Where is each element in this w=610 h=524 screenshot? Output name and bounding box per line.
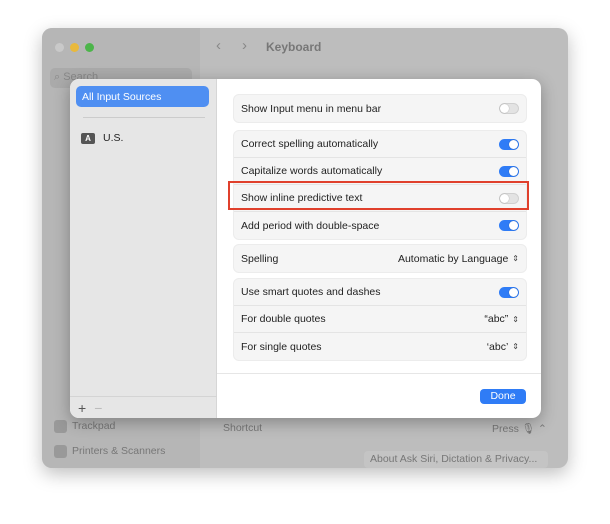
row-label: Correct spelling automatically bbox=[241, 138, 379, 150]
close-button[interactable] bbox=[55, 43, 64, 52]
period-double-space-toggle[interactable] bbox=[499, 220, 519, 231]
spelling-value: Automatic by Language bbox=[397, 252, 509, 265]
keyboard-layout-icon: A bbox=[81, 132, 95, 144]
row-label: For single quotes bbox=[241, 340, 322, 353]
trackpad-icon bbox=[54, 420, 67, 433]
source-label: U.S. bbox=[103, 132, 124, 144]
source-all-input-sources[interactable]: All Input Sources bbox=[76, 86, 209, 107]
chevron-updown-icon: ⇕ bbox=[512, 254, 519, 263]
sidebar-item-trackpad[interactable]: Trackpad bbox=[72, 420, 115, 432]
row-label: Add period with double-space bbox=[241, 219, 380, 232]
show-input-menu-toggle[interactable] bbox=[499, 103, 519, 114]
back-icon[interactable]: ‹ bbox=[216, 37, 221, 54]
shortcut-select[interactable]: Press 🎙 ⌃ bbox=[492, 422, 547, 435]
double-quotes-select[interactable]: “abc” ⇕ bbox=[484, 313, 519, 325]
zoom-button[interactable] bbox=[85, 43, 94, 52]
window-title: Keyboard bbox=[266, 40, 322, 54]
sidebar-item-printers[interactable]: Printers & Scanners bbox=[72, 445, 165, 457]
highlight-box bbox=[228, 181, 529, 210]
done-button[interactable]: Done bbox=[480, 389, 526, 404]
add-source-button[interactable]: + bbox=[78, 400, 86, 416]
about-siri-button[interactable]: About Ask Siri, Dictation & Privacy... bbox=[364, 451, 548, 468]
smart-quotes-toggle[interactable] bbox=[499, 286, 519, 298]
remove-source-button[interactable]: − bbox=[94, 400, 102, 416]
chevron-updown-icon: ⇕ bbox=[512, 342, 519, 351]
correct-spelling-toggle[interactable] bbox=[499, 138, 519, 150]
row-label: For double quotes bbox=[241, 313, 326, 325]
forward-icon[interactable]: › bbox=[242, 37, 247, 54]
divider bbox=[83, 117, 205, 118]
quotes-group: Use smart quotes and dashes For double q… bbox=[233, 278, 527, 361]
source-us[interactable]: A U.S. bbox=[81, 132, 123, 144]
minimize-button[interactable] bbox=[70, 43, 79, 52]
spelling-select[interactable]: Automatic by Language ⇕ bbox=[398, 253, 519, 265]
row-correct-spelling: Correct spelling automatically bbox=[234, 131, 526, 158]
single-quotes-select[interactable]: ‘abc’ ⇕ bbox=[487, 341, 519, 353]
shortcut-label: Shortcut bbox=[223, 422, 263, 434]
row-label: Show Input menu in menu bar bbox=[241, 102, 382, 115]
row-label: Spelling bbox=[241, 252, 279, 265]
sources-list: All Input Sources A U.S. + − bbox=[70, 79, 217, 418]
row-label: Capitalize words automatically bbox=[241, 165, 383, 177]
input-menu-group: Show Input menu in menu bar bbox=[233, 94, 527, 123]
row-spelling: Spelling Automatic by Language ⇕ bbox=[234, 245, 526, 272]
row-show-input-menu: Show Input menu in menu bar bbox=[234, 95, 526, 122]
input-sources-sheet: All Input Sources A U.S. + − Show Input … bbox=[70, 79, 541, 418]
double-quotes-value: “abc” bbox=[484, 313, 509, 325]
row-smart-quotes: Use smart quotes and dashes bbox=[234, 279, 526, 306]
chevron-updown-icon: ⇕ bbox=[512, 314, 519, 324]
row-label: Use smart quotes and dashes bbox=[241, 286, 381, 298]
row-double-quotes: For double quotes “abc” ⇕ bbox=[234, 306, 526, 333]
row-period-double-space: Add period with double-space bbox=[234, 212, 526, 239]
printer-icon bbox=[54, 445, 67, 458]
row-single-quotes: For single quotes ‘abc’ ⇕ bbox=[234, 333, 526, 360]
sources-footer: + − bbox=[70, 396, 217, 418]
single-quotes-value: ‘abc’ bbox=[486, 340, 509, 353]
shortcut-value: Press 🎙 bbox=[492, 423, 536, 435]
capitalize-toggle[interactable] bbox=[499, 165, 519, 177]
footer-divider bbox=[217, 373, 541, 374]
spelling-group: Spelling Automatic by Language ⇕ bbox=[233, 244, 527, 273]
